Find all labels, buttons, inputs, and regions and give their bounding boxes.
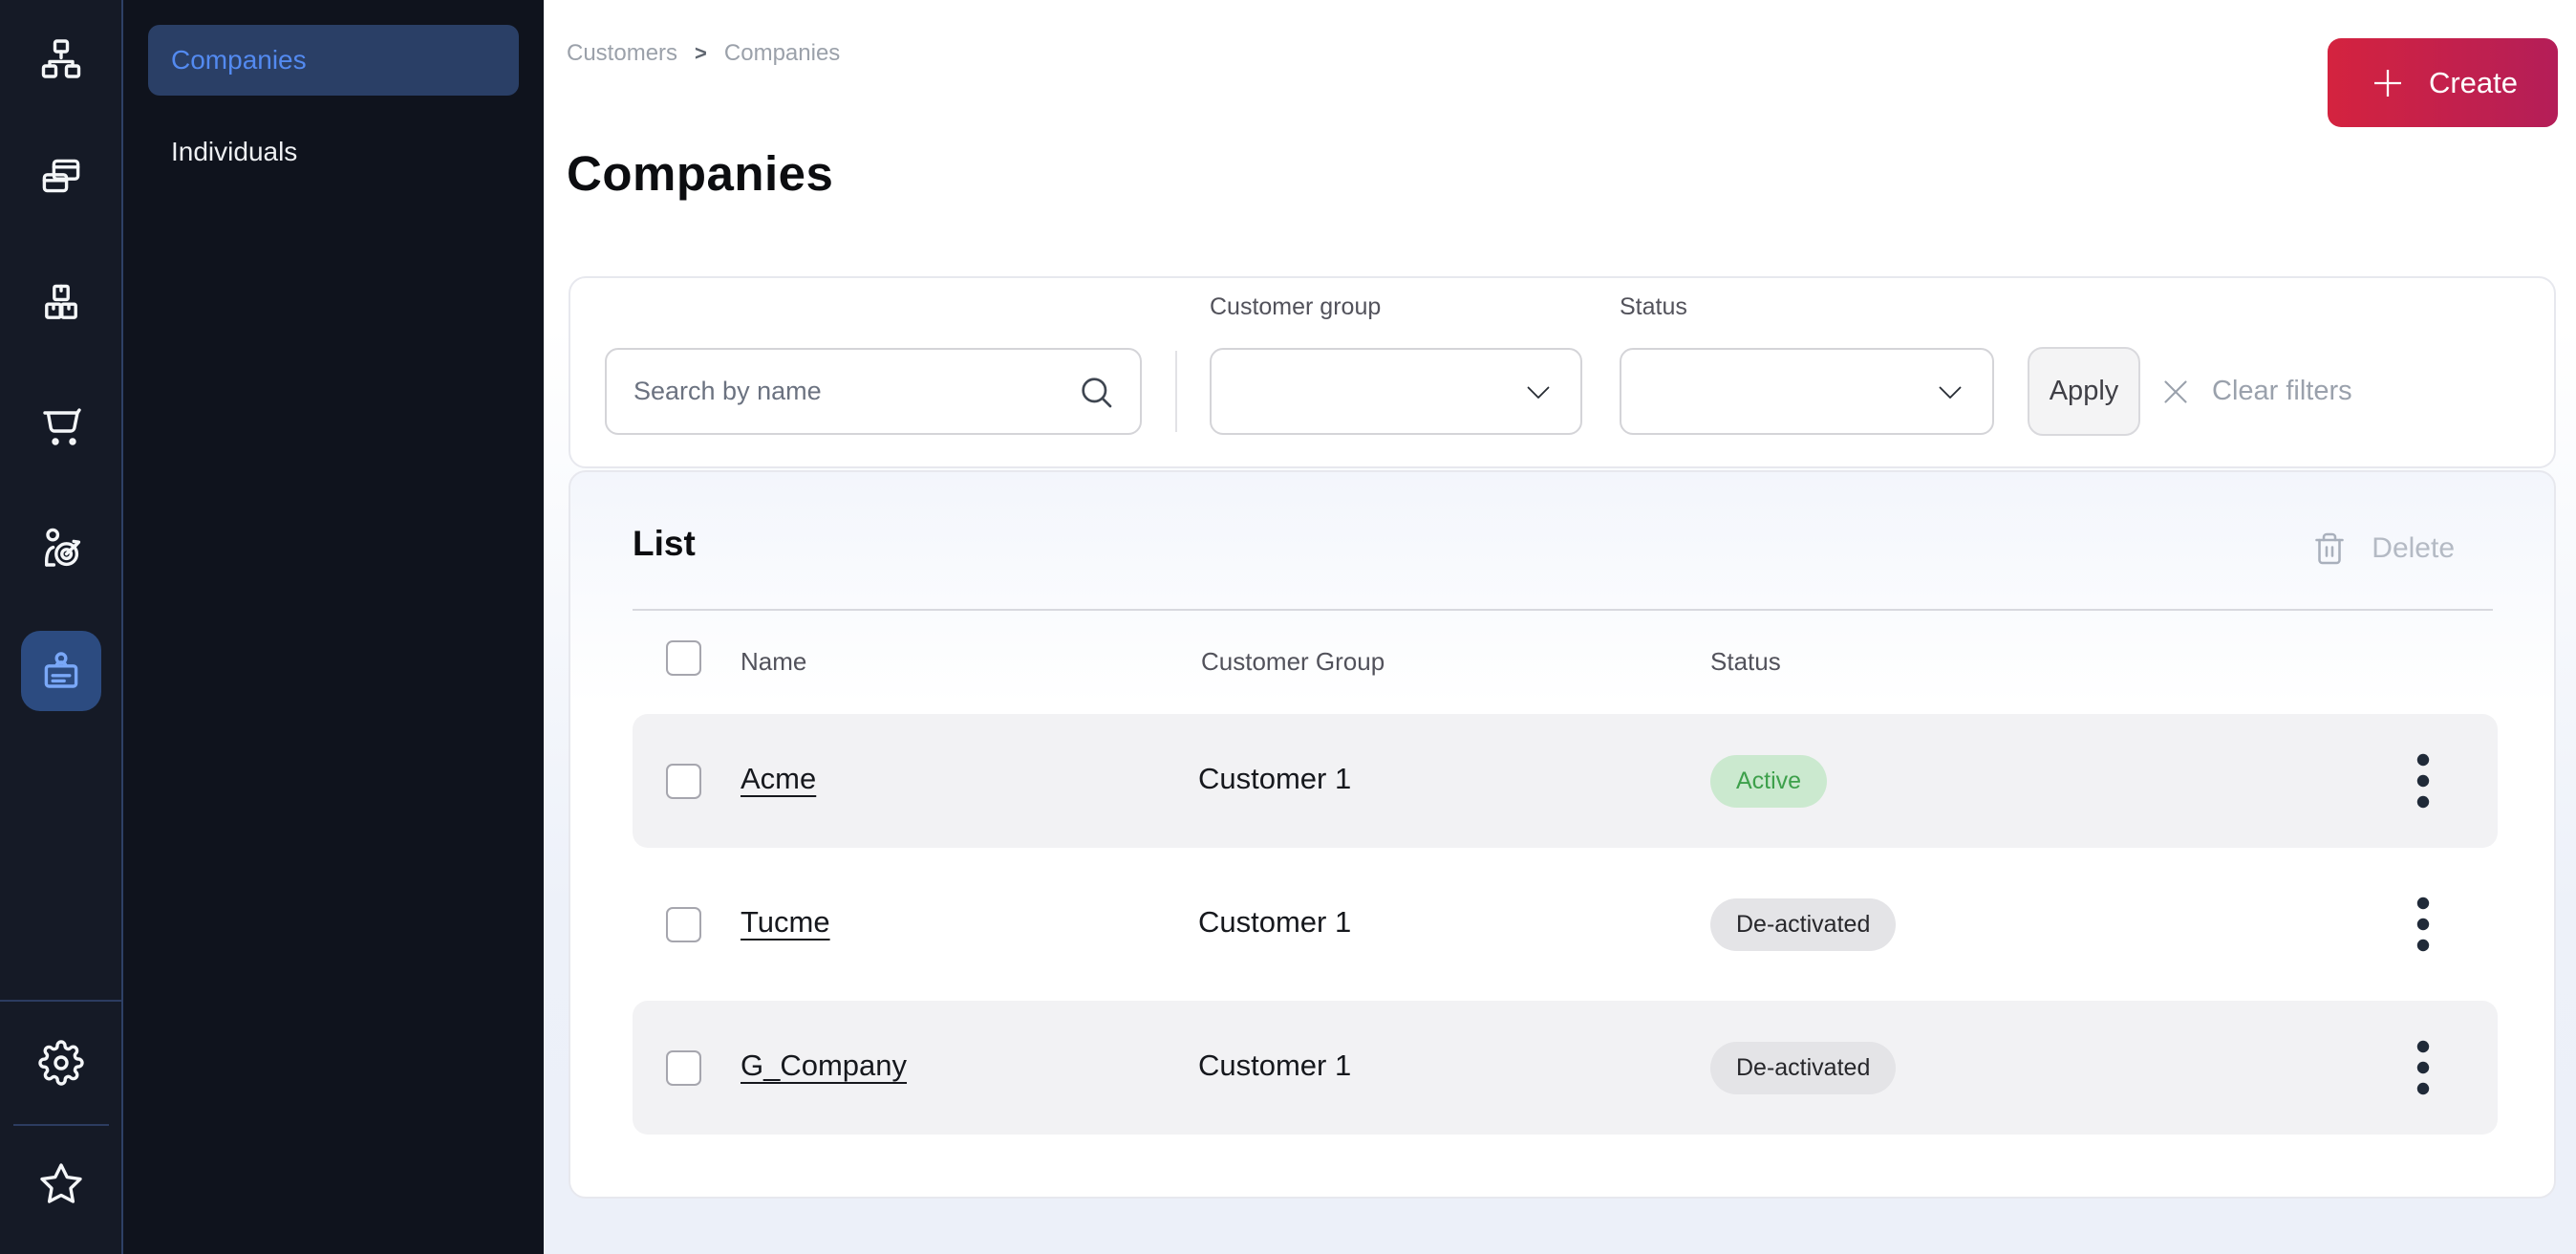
clear-filters-label: Clear filters [2212,376,2352,407]
company-name-link[interactable]: G_Company [741,1049,907,1083]
row-actions-kebab-icon[interactable] [2400,896,2446,953]
app-root: Companies Individuals Customers > Compan… [0,0,2576,1254]
audience-target-icon[interactable] [21,508,101,589]
search-box [605,348,1142,435]
sidebar-item-individuals[interactable]: Individuals [148,117,519,187]
table-row: G_Company Customer 1 De-activated [633,1001,2498,1135]
shopping-cart-icon[interactable] [21,385,101,465]
favorites-star-icon[interactable] [21,1144,101,1224]
sidebar-item-companies[interactable]: Companies [148,25,519,96]
row-checkbox[interactable] [666,907,701,942]
row-actions-kebab-icon[interactable] [2400,1039,2446,1096]
delete-button[interactable]: Delete [2312,531,2455,566]
delete-button-label: Delete [2372,532,2455,565]
select-all-checkbox[interactable] [666,640,701,676]
status-badge: De-activated [1710,898,1896,951]
packages-icon[interactable] [21,261,101,341]
search-icon [1077,373,1115,411]
row-checkbox[interactable] [666,764,701,799]
create-button[interactable]: Create [2328,38,2558,127]
list-title: List [633,524,696,564]
org-chart-icon[interactable] [21,19,101,99]
trash-icon [2312,531,2347,566]
customer-group-cell: Customer 1 [1198,905,1351,940]
column-header-status: Status [1710,647,1781,677]
breadcrumb-companies[interactable]: Companies [724,40,840,67]
customers-subnav: Companies Individuals [123,0,544,1254]
page-title: Companies [567,145,833,202]
column-header-name: Name [741,647,806,677]
rail-divider [13,1124,109,1126]
chevron-down-icon [1521,375,1556,409]
customer-group-cell: Customer 1 [1198,762,1351,796]
close-icon [2158,375,2193,409]
breadcrumb: Customers > Companies [567,40,840,67]
status-select[interactable] [1620,348,1994,435]
company-name-link[interactable]: Acme [741,762,816,796]
customer-group-cell: Customer 1 [1198,1049,1351,1083]
main-content: Customers > Companies Create Companies C… [544,0,2576,1254]
customer-badge-icon[interactable] [21,631,101,711]
breadcrumb-customers[interactable]: Customers [567,40,677,67]
row-actions-kebab-icon[interactable] [2400,752,2446,810]
icon-rail [0,0,123,1254]
chevron-down-icon [1933,375,1967,409]
status-badge: De-activated [1710,1042,1896,1094]
row-checkbox[interactable] [666,1050,701,1086]
table-row: Tucme Customer 1 De-activated [633,857,2498,991]
customer-group-label: Customer group [1210,293,1381,321]
search-input[interactable] [607,377,1077,406]
list-card: List Delete Name Customer Group Status A… [569,470,2556,1199]
company-name-link[interactable]: Tucme [741,905,830,940]
breadcrumb-separator-icon: > [695,41,707,66]
billing-cards-icon[interactable] [21,138,101,218]
create-button-label: Create [2429,66,2518,100]
clear-filters-button[interactable]: Clear filters [2158,347,2352,436]
customer-group-select[interactable] [1210,348,1582,435]
status-badge: Active [1710,755,1827,808]
filter-card: Customer group Status Apply Clear filter… [569,276,2556,468]
rail-divider [0,1000,121,1002]
status-label: Status [1620,293,1687,321]
apply-button[interactable]: Apply [2028,347,2140,436]
list-divider [633,609,2493,611]
table-row: Acme Customer 1 Active [633,714,2498,848]
column-header-group: Customer Group [1201,647,1385,677]
filter-divider [1175,351,1177,432]
settings-gear-icon[interactable] [21,1023,101,1103]
plus-icon [2368,63,2408,103]
